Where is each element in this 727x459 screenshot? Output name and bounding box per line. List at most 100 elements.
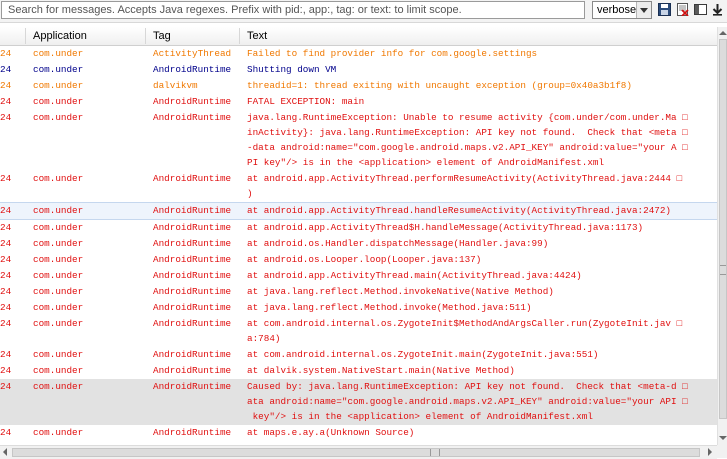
log-application: com.under: [33, 48, 84, 59]
log-message-line: -data android:name="com.google.android.m…: [247, 142, 688, 153]
save-icon[interactable]: [658, 3, 671, 16]
log-tag: AndroidRuntime: [153, 381, 232, 392]
column-header-application[interactable]: Application: [33, 30, 87, 42]
horizontal-scroll-thumb[interactable]: [12, 448, 700, 457]
log-tag: AndroidRuntime: [153, 222, 232, 233]
column-separator[interactable]: [145, 28, 146, 44]
log-time: 24: [0, 318, 12, 329]
log-row[interactable]: 24 com.under AndroidRuntime at java.lang.re…: [0, 300, 717, 316]
log-row[interactable]: 24 com.under AndroidRuntime at android.os.H…: [0, 236, 717, 252]
horizontal-scrollbar[interactable]: [0, 445, 717, 459]
log-tag: AndroidRuntime: [153, 365, 232, 376]
vertical-scrollbar[interactable]: [717, 27, 727, 445]
log-application: com.under: [33, 222, 84, 233]
log-time: 24: [0, 48, 12, 59]
log-level-select[interactable]: verbose: [592, 1, 652, 19]
scroll-right-arrow-icon[interactable]: [704, 448, 714, 457]
log-row[interactable]: 24 com.under AndroidRuntime at com.android.…: [0, 316, 717, 347]
log-message-line: at maps.e.ay.a(Unknown Source): [247, 427, 415, 438]
log-tag: ActivityThread: [153, 48, 232, 59]
log-row[interactable]: 24 com.under AndroidRuntime Shutting down V…: [0, 62, 717, 78]
scroll-grip-icon: [720, 265, 726, 275]
log-level-value: verbose: [597, 4, 637, 16]
scroll-up-arrow-icon[interactable]: [719, 28, 727, 38]
toggle-panel-icon[interactable]: [694, 3, 707, 16]
log-time: 24: [0, 222, 12, 233]
log-application: com.under: [33, 96, 84, 107]
log-message-line: at com.android.internal.os.ZygoteInit.ma…: [247, 349, 599, 360]
log-application: com.under: [33, 427, 84, 438]
log-time: 24: [0, 254, 12, 265]
column-separator[interactable]: [239, 28, 240, 44]
log-application: com.under: [33, 238, 84, 249]
search-input[interactable]: [1, 1, 585, 19]
log-time: 24: [0, 205, 12, 216]
log-time: 24: [0, 302, 12, 313]
log-time: 24: [0, 365, 12, 376]
log-message-line: at android.os.Handler.dispatchMessage(Ha…: [247, 238, 549, 249]
log-application: com.under: [33, 205, 84, 216]
log-row[interactable]: 24 com.under ActivityThread Failed to find …: [0, 46, 717, 62]
log-tag: AndroidRuntime: [153, 254, 232, 265]
log-message-line: at dalvik.system.NativeStart.main(Native…: [247, 365, 515, 376]
log-row[interactable]: 24 com.under AndroidRuntime at android.app.…: [0, 171, 717, 202]
log-time: 24: [0, 270, 12, 281]
log-tag: AndroidRuntime: [153, 302, 232, 313]
vertical-scroll-thumb[interactable]: [719, 39, 727, 419]
log-message-line: at java.lang.reflect.Method.invokeNative…: [247, 286, 554, 297]
log-row[interactable]: 24 com.under AndroidRuntime at com.android.…: [0, 347, 717, 363]
scroll-lock-icon[interactable]: [711, 3, 724, 16]
log-tag: AndroidRuntime: [153, 173, 232, 184]
log-application: com.under: [33, 302, 84, 313]
log-tag: AndroidRuntime: [153, 238, 232, 249]
column-header-tag[interactable]: Tag: [153, 30, 171, 42]
log-message-line: a:784): [247, 333, 281, 344]
scroll-down-arrow-icon[interactable]: [719, 433, 727, 443]
scroll-left-arrow-icon[interactable]: [1, 448, 11, 457]
log-application: com.under: [33, 365, 84, 376]
log-row[interactable]: 24 com.under AndroidRuntime at android.os.L…: [0, 252, 717, 268]
log-time: 24: [0, 427, 12, 438]
log-time: 24: [0, 381, 12, 392]
column-separator[interactable]: [25, 28, 26, 44]
log-time: 24: [0, 64, 12, 75]
log-tag: AndroidRuntime: [153, 349, 232, 360]
log-row[interactable]: 24 com.under AndroidRuntime Caused by: java…: [0, 379, 717, 425]
clear-log-icon[interactable]: [676, 3, 689, 16]
column-header-text[interactable]: Text: [247, 30, 267, 42]
log-row[interactable]: 24 com.under dalvikvm threadid=1: thread ex…: [0, 78, 717, 94]
log-message-line: key"/> is in the <application> element o…: [247, 411, 593, 422]
log-application: com.under: [33, 254, 84, 265]
log-application: com.under: [33, 80, 84, 91]
log-tag: AndroidRuntime: [153, 427, 232, 438]
log-row[interactable]: 24 com.under AndroidRuntime java.lang.Runti…: [0, 110, 717, 171]
log-tag: dalvikvm: [153, 80, 198, 91]
log-time: 24: [0, 80, 12, 91]
log-row[interactable]: 24 com.under AndroidRuntime at dalvik.syste…: [0, 363, 717, 379]
log-application: com.under: [33, 270, 84, 281]
log-application: com.under: [33, 112, 84, 123]
log-application: com.under: [33, 64, 84, 75]
log-row[interactable]: 24 com.under AndroidRuntime at android.app.…: [0, 268, 717, 284]
log-time: 24: [0, 112, 12, 123]
log-row[interactable]: 24 com.under AndroidRuntime at android.app.…: [0, 220, 717, 236]
log-tag: AndroidRuntime: [153, 318, 232, 329]
log-message-line: inActivity}: java.lang.RuntimeException:…: [247, 127, 688, 138]
log-application: com.under: [33, 286, 84, 297]
log-message-line: PI key"/> is in the <application> elemen…: [247, 157, 605, 168]
log-message-line: threadid=1: thread exiting with uncaught…: [247, 80, 632, 91]
scrollbar-corner: [717, 445, 727, 458]
log-message-line: at android.app.ActivityThread.performRes…: [247, 173, 683, 184]
log-time: 24: [0, 286, 12, 297]
log-row[interactable]: 24 com.under AndroidRuntime FATAL EXCEPTION…: [0, 94, 717, 110]
log-message-list[interactable]: 24 com.under ActivityThread Failed to find …: [0, 46, 717, 444]
log-row[interactable]: 24 com.under AndroidRuntime at maps.e.ay.a(…: [0, 425, 717, 441]
chevron-down-icon[interactable]: [636, 2, 651, 18]
log-row[interactable]: 24 com.under AndroidRuntime at java.lang.re…: [0, 284, 717, 300]
log-tag: AndroidRuntime: [153, 205, 232, 216]
log-time: 24: [0, 173, 12, 184]
scroll-grip-icon: [430, 449, 440, 456]
log-message-line: at com.android.internal.os.ZygoteInit$Me…: [247, 318, 683, 329]
log-message-line: ): [247, 188, 253, 199]
log-row[interactable]: 24 com.under AndroidRuntime at android.app.…: [0, 202, 717, 220]
